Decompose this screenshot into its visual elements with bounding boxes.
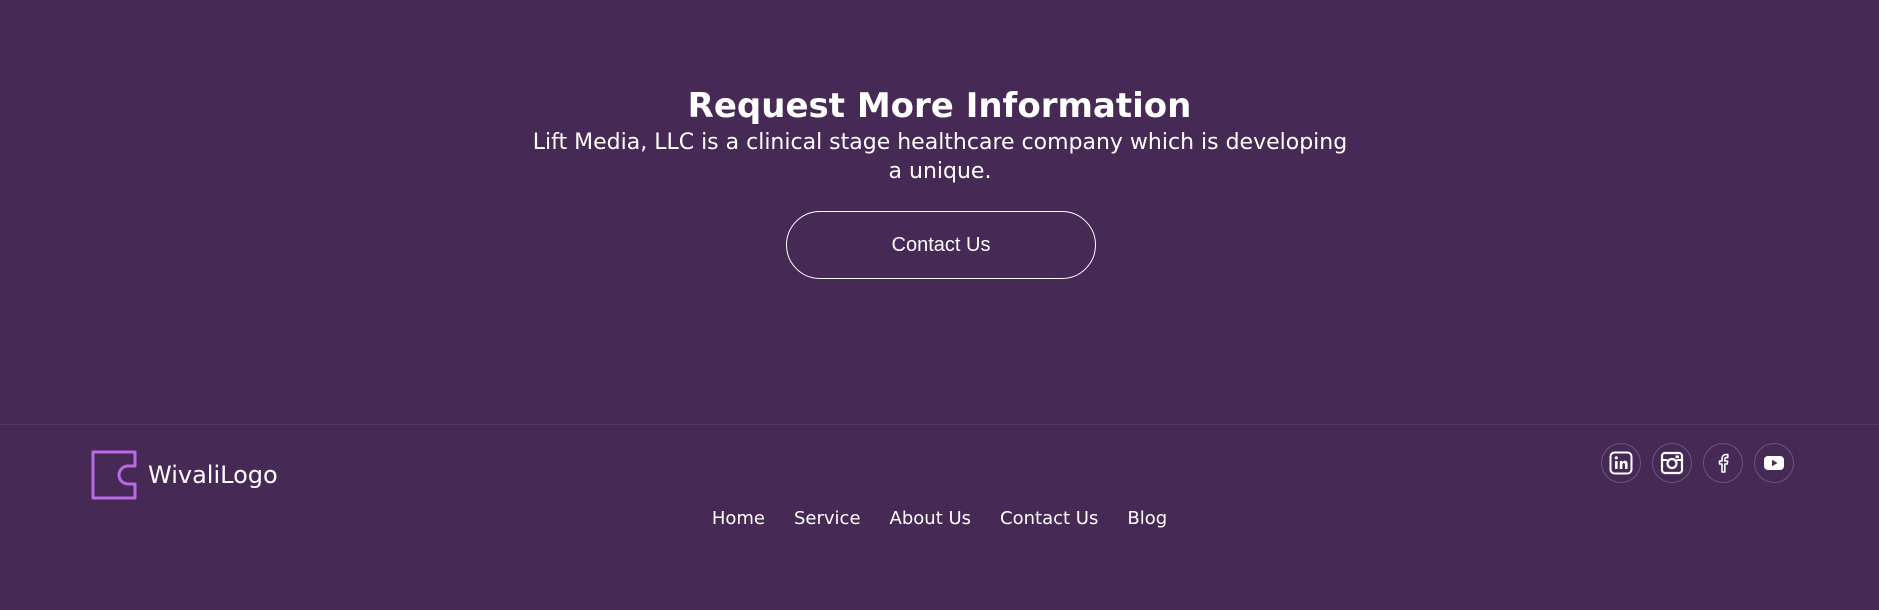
footer-nav-blog[interactable]: Blog xyxy=(1127,506,1167,532)
footer-nav-home[interactable]: Home xyxy=(712,506,765,532)
logo-text: WivaliLogo xyxy=(148,461,278,489)
logo-mark-icon xyxy=(91,450,137,500)
footer-divider xyxy=(0,424,1879,425)
cta-subtitle: Lift Media, LLC is a clinical stage heal… xyxy=(532,130,1348,184)
facebook-icon xyxy=(1718,453,1729,473)
social-links xyxy=(1601,443,1794,483)
linkedin-link[interactable] xyxy=(1601,443,1641,483)
footer-logo[interactable]: WivaliLogo xyxy=(90,449,278,501)
contact-us-button[interactable]: Contact Us xyxy=(786,211,1096,279)
footer-nav-service[interactable]: Service xyxy=(794,506,861,532)
instagram-icon xyxy=(1660,451,1684,475)
footer-nav-contact-us[interactable]: Contact Us xyxy=(1000,506,1098,532)
facebook-link[interactable] xyxy=(1703,443,1743,483)
youtube-link[interactable] xyxy=(1754,443,1794,483)
instagram-link[interactable] xyxy=(1652,443,1692,483)
footer-nav-about-us[interactable]: About Us xyxy=(890,506,972,532)
cta-title: Request More Information xyxy=(687,86,1192,126)
linkedin-icon xyxy=(1609,451,1633,475)
cta-section: Request More Information Lift Media, LLC… xyxy=(0,0,1879,424)
youtube-icon xyxy=(1764,456,1784,470)
footer-nav: Home Service About Us Contact Us Blog xyxy=(0,506,1879,532)
